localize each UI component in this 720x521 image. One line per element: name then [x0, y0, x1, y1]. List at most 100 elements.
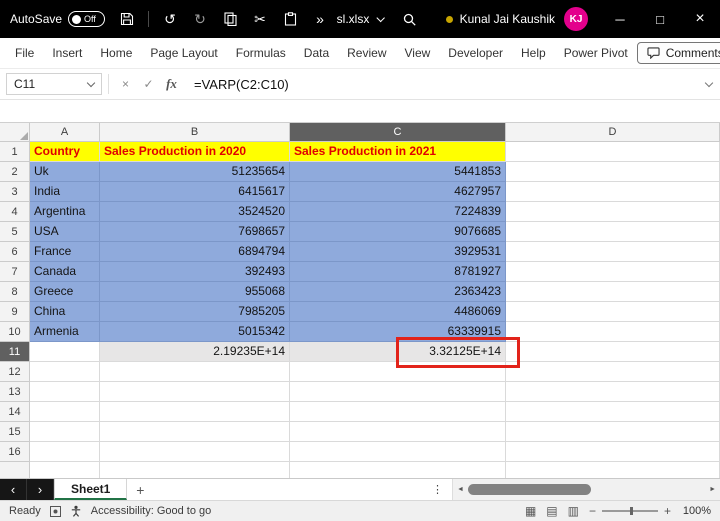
- prev-sheet-button[interactable]: ‹: [0, 479, 27, 500]
- macro-record-icon[interactable]: [49, 505, 61, 517]
- cell-a16[interactable]: [30, 442, 100, 462]
- row-header-13[interactable]: 13: [0, 382, 30, 402]
- ribbon-tab-home[interactable]: Home: [91, 38, 141, 68]
- cell-c9[interactable]: 4486069: [290, 302, 506, 322]
- cell-b9[interactable]: 7985205: [100, 302, 290, 322]
- cell-c8[interactable]: 2363423: [290, 282, 506, 302]
- ribbon-tab-developer[interactable]: Developer: [439, 38, 512, 68]
- sheet-overflow-button[interactable]: ⋮: [423, 479, 452, 500]
- cell-b3[interactable]: 6415617: [100, 182, 290, 202]
- cell-d1[interactable]: [506, 142, 720, 162]
- page-layout-view-icon[interactable]: ▤: [546, 504, 557, 518]
- redo-icon[interactable]: ↻: [188, 4, 212, 34]
- cell-d6[interactable]: [506, 242, 720, 262]
- row-header-1[interactable]: 1: [0, 142, 30, 162]
- cell-b12[interactable]: [100, 362, 290, 382]
- document-title[interactable]: sl.xlsx: [337, 12, 385, 26]
- row-header-6[interactable]: 6: [0, 242, 30, 262]
- undo-icon[interactable]: ↺: [158, 4, 182, 34]
- zoom-track[interactable]: [601, 507, 658, 515]
- cell-c5[interactable]: 9076685: [290, 222, 506, 242]
- cell-d8[interactable]: [506, 282, 720, 302]
- cell-a11[interactable]: [30, 342, 100, 362]
- ribbon-tab-formulas[interactable]: Formulas: [227, 38, 295, 68]
- column-header-d[interactable]: D: [506, 123, 720, 142]
- cell-c3[interactable]: 4627957: [290, 182, 506, 202]
- page-break-view-icon[interactable]: ▥: [568, 504, 579, 518]
- cell-a5[interactable]: USA: [30, 222, 100, 242]
- cell-d14[interactable]: [506, 402, 720, 422]
- cell-a6[interactable]: France: [30, 242, 100, 262]
- cell-b16[interactable]: [100, 442, 290, 462]
- row-header-x[interactable]: [0, 462, 30, 478]
- autosave-toggle[interactable]: AutoSave Off: [10, 11, 106, 27]
- row-header-2[interactable]: 2: [0, 162, 30, 182]
- ribbon-tab-power-pivot[interactable]: Power Pivot: [555, 38, 637, 68]
- cell-a8[interactable]: Greece: [30, 282, 100, 302]
- row-header-7[interactable]: 7: [0, 262, 30, 282]
- cell-b4[interactable]: 3524520: [100, 202, 290, 222]
- sheet-tab-sheet1[interactable]: Sheet1: [54, 479, 128, 500]
- cell-b11[interactable]: 2.19235E+14: [100, 342, 290, 362]
- cell-d15[interactable]: [506, 422, 720, 442]
- enter-icon[interactable]: ✓: [138, 77, 159, 91]
- ribbon-tab-page-layout[interactable]: Page Layout: [141, 38, 226, 68]
- cut-icon[interactable]: ✂: [248, 4, 272, 34]
- cell-c13[interactable]: [290, 382, 506, 402]
- cell-a2[interactable]: Uk: [30, 162, 100, 182]
- cell-c12[interactable]: [290, 362, 506, 382]
- cell-a13[interactable]: [30, 382, 100, 402]
- more-commands-icon[interactable]: »: [308, 4, 332, 34]
- accessibility-status[interactable]: Accessibility: Good to go: [91, 505, 211, 517]
- cell-a3[interactable]: India: [30, 182, 100, 202]
- cell-a1[interactable]: Country: [30, 142, 100, 162]
- avatar[interactable]: KJ: [564, 7, 588, 31]
- cell-a12[interactable]: [30, 362, 100, 382]
- cell-d4[interactable]: [506, 202, 720, 222]
- ribbon-tab-review[interactable]: Review: [338, 38, 395, 68]
- row-header-15[interactable]: 15: [0, 422, 30, 442]
- next-sheet-button[interactable]: ›: [27, 479, 54, 500]
- maximize-button[interactable]: □: [640, 0, 680, 38]
- normal-view-icon[interactable]: ▦: [525, 504, 536, 518]
- ribbon-tab-data[interactable]: Data: [295, 38, 338, 68]
- column-header-a[interactable]: A: [30, 123, 100, 142]
- cell-c16[interactable]: [290, 442, 506, 462]
- ribbon-tab-view[interactable]: View: [396, 38, 440, 68]
- scroll-right-icon[interactable]: ►: [709, 486, 716, 493]
- cell-a15[interactable]: [30, 422, 100, 442]
- horizontal-scrollbar[interactable]: ◄ ►: [452, 479, 720, 500]
- zoom-in-icon[interactable]: +: [664, 504, 671, 518]
- add-sheet-button[interactable]: +: [127, 479, 153, 500]
- cell-b5[interactable]: 7698657: [100, 222, 290, 242]
- cell-d2[interactable]: [506, 162, 720, 182]
- cell-dr17[interactable]: [506, 462, 720, 478]
- zoom-knob[interactable]: [629, 507, 633, 515]
- cell-cr17[interactable]: [290, 462, 506, 478]
- ribbon-tab-file[interactable]: File: [6, 38, 43, 68]
- select-all-corner[interactable]: [0, 123, 30, 142]
- cell-b13[interactable]: [100, 382, 290, 402]
- cell-d7[interactable]: [506, 262, 720, 282]
- close-button[interactable]: ×: [680, 0, 720, 38]
- cell-b7[interactable]: 392493: [100, 262, 290, 282]
- scrollbar-thumb[interactable]: [467, 484, 592, 495]
- cell-c7[interactable]: 8781927: [290, 262, 506, 282]
- cell-b14[interactable]: [100, 402, 290, 422]
- cell-c4[interactable]: 7224839: [290, 202, 506, 222]
- save-icon[interactable]: [115, 4, 139, 34]
- cell-d10[interactable]: [506, 322, 720, 342]
- row-header-12[interactable]: 12: [0, 362, 30, 382]
- cell-d11[interactable]: [506, 342, 720, 362]
- formula-bar-expand-icon[interactable]: [704, 78, 714, 87]
- row-header-10[interactable]: 10: [0, 322, 30, 342]
- cell-c10[interactable]: 63339915: [290, 322, 506, 342]
- cell-a9[interactable]: China: [30, 302, 100, 322]
- cell-d9[interactable]: [506, 302, 720, 322]
- row-header-4[interactable]: 4: [0, 202, 30, 222]
- row-header-9[interactable]: 9: [0, 302, 30, 322]
- ribbon-tab-help[interactable]: Help: [512, 38, 555, 68]
- name-box[interactable]: C11: [6, 73, 102, 95]
- ribbon-tab-insert[interactable]: Insert: [43, 38, 91, 68]
- zoom-out-icon[interactable]: −: [589, 504, 596, 518]
